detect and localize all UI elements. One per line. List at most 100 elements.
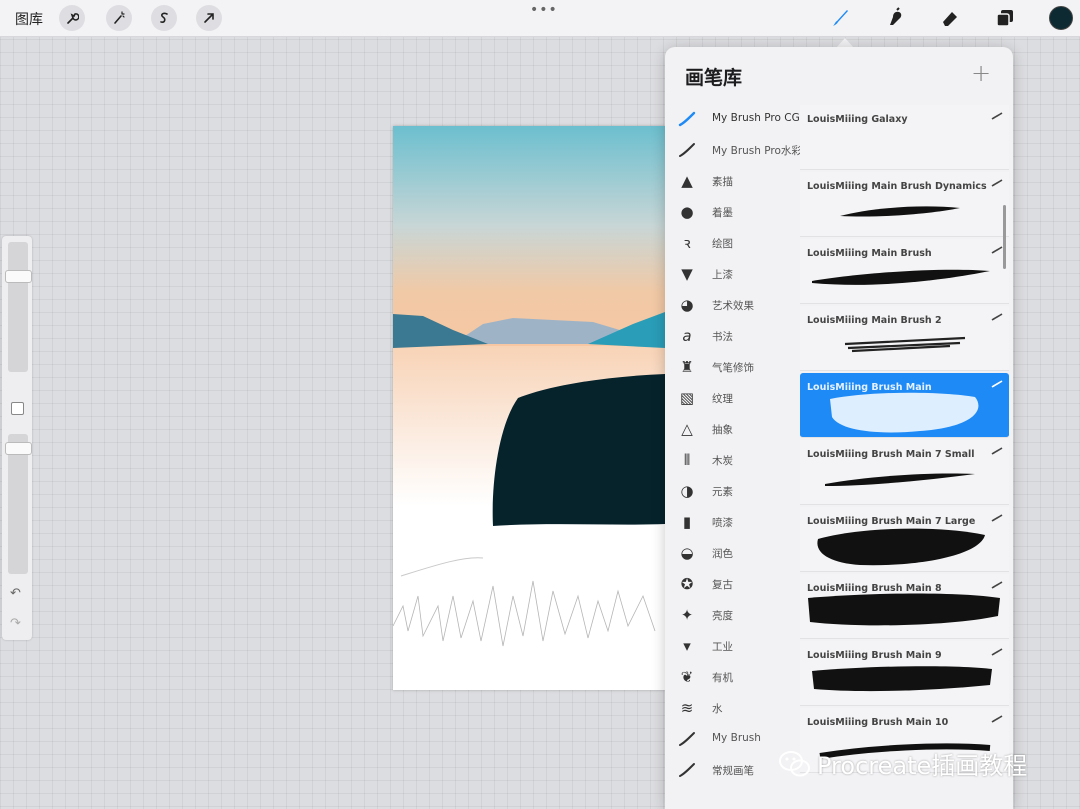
brush-stroke-preview bbox=[825, 473, 975, 486]
sky bbox=[393, 126, 665, 348]
brush-set-item[interactable]: ♜ 气笔修饰 bbox=[665, 353, 799, 381]
modify-button[interactable] bbox=[11, 402, 24, 415]
brush-set-icon bbox=[678, 761, 696, 779]
paint-brush-icon: ▼ bbox=[681, 265, 693, 283]
layers-icon[interactable] bbox=[992, 5, 1018, 31]
anvil-icon: ▾ bbox=[683, 637, 691, 655]
brush-card[interactable]: LouisMiiing Brush Main 9 bbox=[800, 641, 1009, 706]
selection-icon[interactable] bbox=[151, 5, 177, 31]
triangle-icon: △ bbox=[681, 420, 693, 438]
wrench-icon[interactable] bbox=[59, 5, 85, 31]
color-swatch[interactable] bbox=[1049, 6, 1073, 30]
brush-set-item[interactable]: My Brush Pro水彩 bbox=[665, 136, 802, 164]
brush-edit-icon bbox=[991, 313, 1003, 321]
brush-edit-icon bbox=[991, 380, 1003, 388]
more-options-icon[interactable]: ••• bbox=[530, 2, 558, 18]
brush-card[interactable]: LouisMiiing Main Brush Dynamics bbox=[800, 172, 1009, 237]
opacity-thumb[interactable] bbox=[5, 442, 32, 455]
brush-library-title: 画笔库 bbox=[685, 67, 743, 89]
brush-edit-icon bbox=[991, 246, 1003, 254]
brush-edit-icon bbox=[991, 179, 1003, 187]
squiggle-icon: ꝛ bbox=[683, 234, 691, 252]
brush-card[interactable]: LouisMiiing Galaxy bbox=[800, 105, 1009, 170]
smudge-icon[interactable] bbox=[882, 5, 908, 31]
pencil-tip-icon: ▲ bbox=[681, 172, 693, 190]
brush-edit-icon bbox=[991, 581, 1003, 589]
brush-card-selected[interactable]: LouisMiiing Brush Main bbox=[800, 373, 1009, 438]
brush-stroke-preview bbox=[844, 336, 966, 353]
brush-set-item[interactable]: ✦ 亮度 bbox=[665, 601, 799, 629]
brush-set-item[interactable]: My Brush Pro CG bbox=[665, 105, 800, 133]
brush-set-item[interactable]: ● 着墨 bbox=[665, 198, 799, 226]
calligraphy-icon: a bbox=[682, 327, 692, 345]
brush-edit-icon bbox=[991, 514, 1003, 522]
brush-size-slider[interactable] bbox=[8, 242, 28, 372]
brush-set-icon bbox=[678, 110, 696, 128]
eraser-icon[interactable] bbox=[937, 5, 963, 31]
watermark: Procreate插画教程 bbox=[779, 746, 1027, 781]
brush-set-item[interactable]: △ 抽象 bbox=[665, 415, 799, 443]
brush-set-item[interactable]: ❦ 有机 bbox=[665, 663, 799, 691]
airbrush-icon: ♜ bbox=[680, 358, 694, 376]
brush-stroke-preview bbox=[840, 206, 960, 217]
brush-edit-icon bbox=[991, 447, 1003, 455]
brush-library-panel: 画笔库 + My Brush Pro CG My Brush Pro水彩 ▲ 素… bbox=[665, 47, 1013, 809]
brush-set-icon bbox=[678, 141, 696, 159]
brush-card[interactable]: LouisMiiing Brush Main 7 Small bbox=[800, 440, 1009, 505]
sketch-line bbox=[400, 557, 484, 577]
brush-stroke-preview bbox=[812, 666, 992, 692]
brush-set-item[interactable]: ◒ 润色 bbox=[665, 539, 799, 567]
brush-stroke-preview bbox=[812, 269, 990, 285]
opacity-slider[interactable] bbox=[8, 434, 28, 574]
brush-edit-icon bbox=[991, 112, 1003, 120]
brush-stroke-preview bbox=[817, 528, 985, 566]
brush-card[interactable]: LouisMiiing Main Brush 2 bbox=[800, 306, 1009, 371]
brush-set-item[interactable]: ⦀ 木炭 bbox=[665, 446, 799, 474]
brush-set-item[interactable]: ꝛ 绘图 bbox=[665, 229, 799, 257]
touchup-icon: ◒ bbox=[680, 544, 694, 562]
grass-sketch bbox=[393, 580, 656, 647]
add-brush-set-button[interactable]: + bbox=[971, 59, 991, 87]
sparkle-icon: ✦ bbox=[680, 606, 694, 624]
brush-edit-icon bbox=[991, 648, 1003, 656]
brush-set-item[interactable]: ✪ 复古 bbox=[665, 570, 799, 598]
retro-icon: ✪ bbox=[680, 575, 694, 593]
redo-button[interactable]: ↷ bbox=[10, 616, 21, 631]
magic-wand-icon[interactable] bbox=[106, 5, 132, 31]
brush-set-icon bbox=[678, 730, 696, 748]
watermark-text: Procreate插画教程 bbox=[817, 752, 1028, 780]
top-toolbar: 图库 ••• bbox=[0, 0, 1080, 37]
undo-button[interactable]: ↶ bbox=[10, 586, 21, 601]
brush-card[interactable]: LouisMiiing Main Brush bbox=[800, 239, 1009, 304]
brush-stroke-preview bbox=[830, 392, 979, 433]
charcoal-icon: ⦀ bbox=[683, 451, 691, 469]
texture-icon: ▧ bbox=[679, 389, 695, 407]
waves-icon: ≋ bbox=[680, 699, 694, 717]
leaf-icon: ❦ bbox=[680, 668, 694, 686]
brush-set-item[interactable]: ◑ 元素 bbox=[665, 477, 799, 505]
artwork-canvas[interactable] bbox=[393, 126, 665, 690]
gallery-button[interactable]: 图库 bbox=[15, 9, 43, 29]
brush-set-item[interactable]: ▧ 纹理 bbox=[665, 384, 799, 412]
brush-list-scrollbar[interactable] bbox=[1003, 205, 1006, 269]
brush-set-item[interactable]: ▼ 上漆 bbox=[665, 260, 799, 288]
side-slider-panel: ↶ ↷ bbox=[2, 236, 32, 640]
brush-set-item[interactable]: a 书法 bbox=[665, 322, 799, 350]
ink-drop-icon: ● bbox=[680, 203, 694, 221]
brush-card[interactable]: LouisMiiing Brush Main 8 bbox=[800, 574, 1009, 639]
element-icon: ◑ bbox=[680, 482, 694, 500]
brush-size-thumb[interactable] bbox=[5, 270, 32, 283]
brush-stroke-preview bbox=[808, 593, 1000, 626]
brush-card[interactable]: LouisMiiing Brush Main 7 Large bbox=[800, 507, 1009, 572]
spray-can-icon: ▮ bbox=[682, 513, 692, 531]
transform-arrow-icon[interactable] bbox=[196, 5, 222, 31]
brush-set-item[interactable]: ▾ 工业 bbox=[665, 632, 799, 660]
brush-icon[interactable] bbox=[827, 5, 853, 31]
brush-set-item[interactable]: ≋ 水 bbox=[665, 694, 799, 722]
brush-edit-icon bbox=[991, 715, 1003, 723]
brush-set-item[interactable]: ▲ 素描 bbox=[665, 167, 799, 195]
brush-set-item[interactable]: ◕ 艺术效果 bbox=[665, 291, 799, 319]
wechat-icon bbox=[779, 750, 810, 776]
palette-icon: ◕ bbox=[680, 296, 694, 314]
brush-set-item[interactable]: ▮ 喷漆 bbox=[665, 508, 799, 536]
